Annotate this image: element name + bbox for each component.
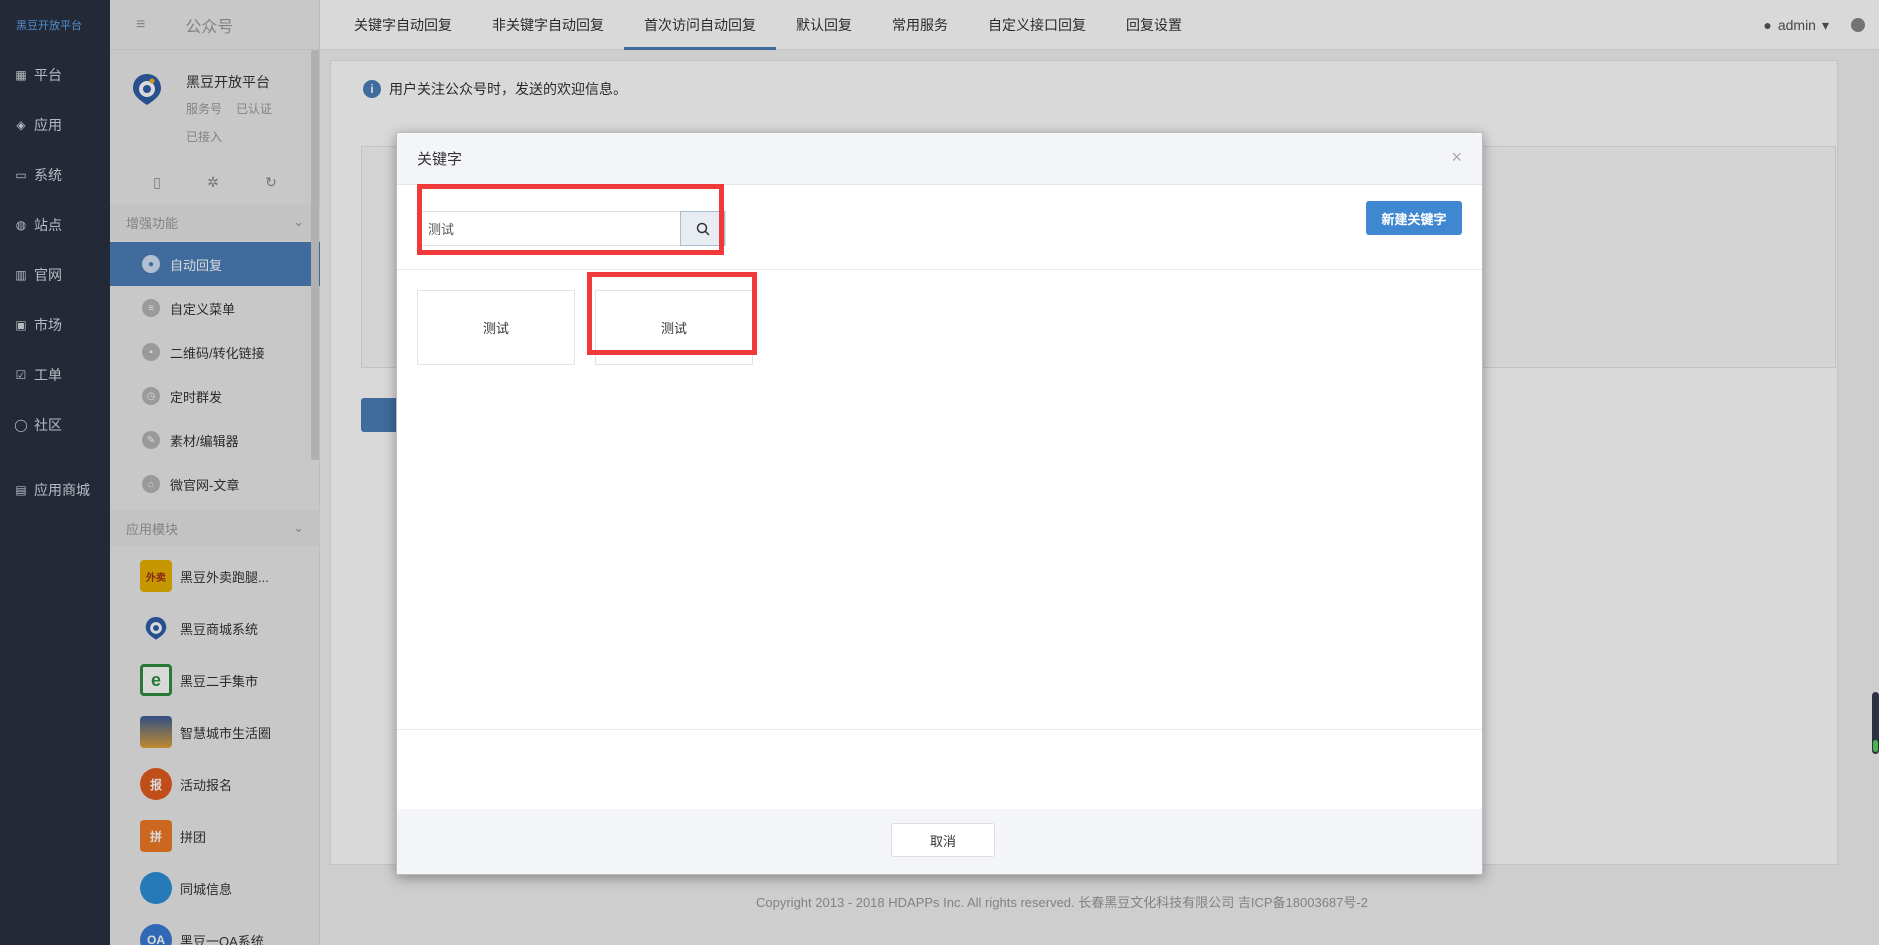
close-icon[interactable]: × — [1451, 147, 1462, 168]
keyword-card-label: 测试 — [482, 321, 509, 336]
new-keyword-label: 新建关键字 — [1381, 211, 1447, 227]
modal-footer: 取消 — [397, 809, 1482, 874]
modal-toolbar: 新建关键字 — [397, 184, 1482, 270]
keyword-modal: 关键字 × 新建关键字 测试 测试 取消 — [396, 132, 1483, 875]
cancel-button[interactable]: 取消 — [891, 823, 995, 857]
keyword-list: 测试 测试 — [397, 270, 1482, 730]
keyword-card[interactable]: 测试 — [417, 290, 575, 365]
page: 黑豆开放平台 ▦ 平台 ◈ 应用 ▭ 系统 ◍ 站点 ▥ 官网 ▣ 市场 ☑ 工单 ◯ 社区 ▤… — [0, 0, 1879, 945]
new-keyword-button[interactable]: 新建关键字 — [1366, 201, 1462, 235]
page-scrollbar[interactable] — [1872, 692, 1879, 754]
highlight-box-card — [587, 272, 757, 355]
highlight-box-search — [417, 184, 724, 255]
modal-header: 关键字 × — [397, 133, 1482, 185]
modal-title: 关键字 — [417, 151, 463, 168]
cancel-label: 取消 — [929, 833, 956, 849]
